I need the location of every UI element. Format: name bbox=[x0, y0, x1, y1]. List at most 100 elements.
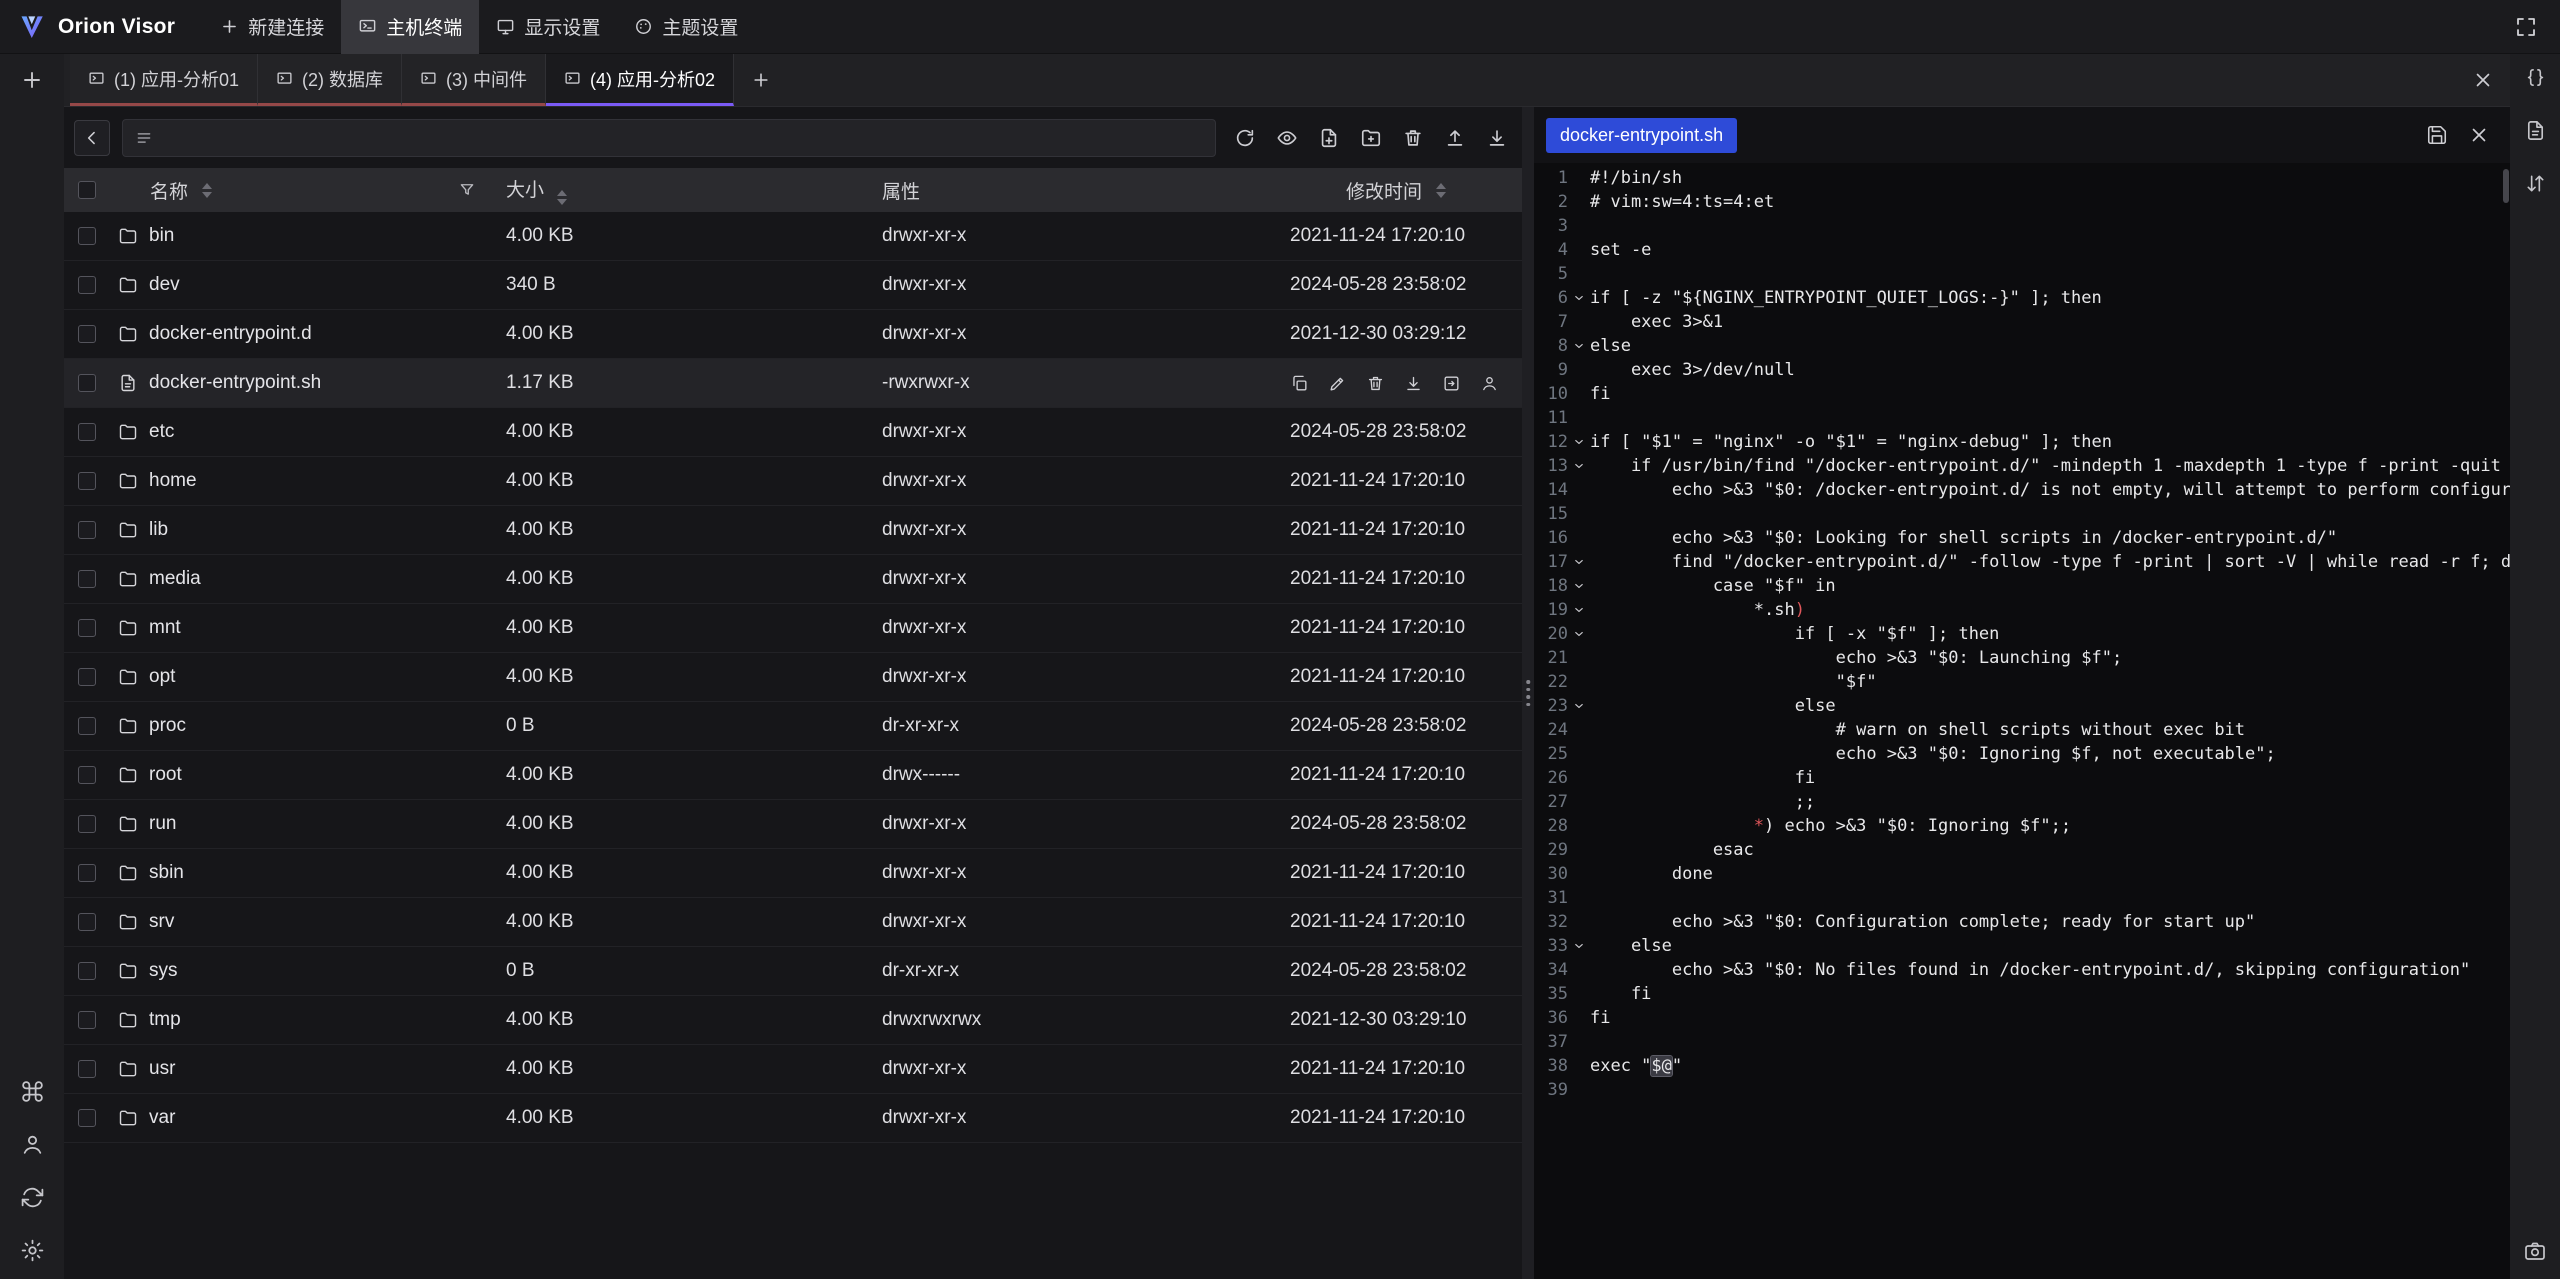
code-editor[interactable]: 1#!/bin/sh2# vim:sw=4:ts=4:et34set -e56i… bbox=[1534, 163, 2510, 1279]
path-input[interactable] bbox=[163, 127, 1203, 148]
file-name[interactable]: root bbox=[149, 764, 182, 786]
row-checkbox[interactable] bbox=[78, 913, 96, 931]
menu-new-connection[interactable]: 新建连接 bbox=[203, 0, 341, 54]
file-name[interactable]: home bbox=[149, 470, 197, 492]
row-checkbox[interactable] bbox=[78, 815, 96, 833]
file-name[interactable]: var bbox=[149, 1107, 175, 1129]
save-icon[interactable] bbox=[2426, 124, 2448, 146]
file-row-sbin[interactable]: sbin4.00 KBdrwxr-xr-x2021-11-24 17:20:10 bbox=[64, 849, 1522, 898]
filter-icon[interactable] bbox=[458, 181, 476, 199]
fold-chevron-icon[interactable] bbox=[1568, 934, 1590, 958]
row-checkbox[interactable] bbox=[78, 717, 96, 735]
fold-chevron-icon[interactable] bbox=[1568, 430, 1590, 454]
file-row-usr[interactable]: usr4.00 KBdrwxr-xr-x2021-11-24 17:20:10 bbox=[64, 1045, 1522, 1094]
file-row-docker-entrypoint.d[interactable]: docker-entrypoint.d4.00 KBdrwxr-xr-x2021… bbox=[64, 310, 1522, 359]
row-checkbox[interactable] bbox=[78, 423, 96, 441]
file-name[interactable]: docker-entrypoint.d bbox=[149, 323, 312, 345]
file-row-tmp[interactable]: tmp4.00 KBdrwxrwxrwx2021-12-30 03:29:10 bbox=[64, 996, 1522, 1045]
row-checkbox[interactable] bbox=[78, 668, 96, 686]
row-checkbox[interactable] bbox=[78, 276, 96, 294]
download-icon[interactable] bbox=[1404, 374, 1423, 393]
file-row-etc[interactable]: etc4.00 KBdrwxr-xr-x2024-05-28 23:58:02 bbox=[64, 408, 1522, 457]
edit-icon[interactable] bbox=[1328, 374, 1347, 393]
sort-name-icon[interactable] bbox=[202, 183, 212, 198]
copy-icon[interactable] bbox=[1290, 374, 1309, 393]
permission-icon[interactable] bbox=[1480, 374, 1499, 393]
file-name[interactable]: sys bbox=[149, 960, 178, 982]
fold-chevron-icon[interactable] bbox=[1568, 334, 1590, 358]
file-row-opt[interactable]: opt4.00 KBdrwxr-xr-x2021-11-24 17:20:10 bbox=[64, 653, 1522, 702]
delete-icon[interactable] bbox=[1402, 127, 1424, 149]
terminal-tab-3[interactable]: (3) 中间件 bbox=[402, 54, 546, 106]
row-checkbox[interactable] bbox=[78, 766, 96, 784]
fold-chevron-icon[interactable] bbox=[1568, 550, 1590, 574]
file-row-sys[interactable]: sys0 Bdr-xr-xr-x2024-05-28 23:58:02 bbox=[64, 947, 1522, 996]
file-name[interactable]: sbin bbox=[149, 862, 184, 884]
file-name[interactable]: docker-entrypoint.sh bbox=[149, 372, 321, 394]
file-name[interactable]: bin bbox=[149, 225, 174, 247]
sort-size-icon[interactable] bbox=[557, 190, 567, 205]
sort-mtime-icon[interactable] bbox=[1436, 183, 1446, 198]
file-row-proc[interactable]: proc0 Bdr-xr-xr-x2024-05-28 23:58:02 bbox=[64, 702, 1522, 751]
fold-chevron-icon[interactable] bbox=[1568, 286, 1590, 310]
back-button[interactable] bbox=[74, 120, 110, 156]
document-icon[interactable] bbox=[2524, 119, 2547, 142]
file-row-dev[interactable]: dev340 Bdrwxr-xr-x2024-05-28 23:58:02 bbox=[64, 261, 1522, 310]
file-name[interactable]: usr bbox=[149, 1058, 175, 1080]
fold-chevron-icon[interactable] bbox=[1568, 598, 1590, 622]
file-name[interactable]: srv bbox=[149, 911, 174, 933]
terminal-tab-4[interactable]: (4) 应用-分析02 bbox=[546, 54, 734, 106]
file-name[interactable]: opt bbox=[149, 666, 175, 688]
file-name[interactable]: run bbox=[149, 813, 176, 835]
row-checkbox[interactable] bbox=[78, 1060, 96, 1078]
new-file-icon[interactable] bbox=[1318, 127, 1340, 149]
file-row-docker-entrypoint.sh[interactable]: docker-entrypoint.sh1.17 KB-rwxrwxr-x bbox=[64, 359, 1522, 408]
fold-chevron-icon[interactable] bbox=[1568, 622, 1590, 646]
close-icon[interactable] bbox=[2472, 69, 2494, 91]
file-row-srv[interactable]: srv4.00 KBdrwxr-xr-x2021-11-24 17:20:10 bbox=[64, 898, 1522, 947]
file-row-home[interactable]: home4.00 KBdrwxr-xr-x2021-11-24 17:20:10 bbox=[64, 457, 1522, 506]
file-name[interactable]: lib bbox=[149, 519, 168, 541]
row-checkbox[interactable] bbox=[78, 619, 96, 637]
snippets-braces-icon[interactable] bbox=[2524, 66, 2547, 89]
file-row-var[interactable]: var4.00 KBdrwxr-xr-x2021-11-24 17:20:10 bbox=[64, 1094, 1522, 1143]
row-checkbox[interactable] bbox=[78, 962, 96, 980]
file-name[interactable]: media bbox=[149, 568, 201, 590]
row-checkbox[interactable] bbox=[78, 325, 96, 343]
transfer-arrows-icon[interactable] bbox=[2524, 172, 2547, 195]
add-tab-button[interactable] bbox=[734, 54, 788, 106]
upload-icon[interactable] bbox=[1444, 127, 1466, 149]
fullscreen-icon[interactable] bbox=[2514, 15, 2538, 39]
terminal-tab-2[interactable]: (2) 数据库 bbox=[258, 54, 402, 106]
fold-chevron-icon[interactable] bbox=[1568, 694, 1590, 718]
scrollbar-thumb[interactable] bbox=[2503, 169, 2509, 203]
file-row-run[interactable]: run4.00 KBdrwxr-xr-x2024-05-28 23:58:02 bbox=[64, 800, 1522, 849]
row-checkbox[interactable] bbox=[78, 374, 96, 392]
close-icon[interactable] bbox=[2468, 124, 2490, 146]
file-name[interactable]: dev bbox=[149, 274, 180, 296]
file-row-lib[interactable]: lib4.00 KBdrwxr-xr-x2021-11-24 17:20:10 bbox=[64, 506, 1522, 555]
command-icon[interactable] bbox=[20, 1079, 45, 1104]
file-row-media[interactable]: media4.00 KBdrwxr-xr-x2021-11-24 17:20:1… bbox=[64, 555, 1522, 604]
menu-display-settings[interactable]: 显示设置 bbox=[479, 0, 617, 54]
select-all-checkbox[interactable] bbox=[78, 181, 96, 199]
row-checkbox[interactable] bbox=[78, 570, 96, 588]
user-icon[interactable] bbox=[20, 1132, 45, 1157]
column-name[interactable]: 名称 bbox=[150, 177, 188, 204]
row-checkbox[interactable] bbox=[78, 1109, 96, 1127]
file-row-mnt[interactable]: mnt4.00 KBdrwxr-xr-x2021-11-24 17:20:10 bbox=[64, 604, 1522, 653]
download-icon[interactable] bbox=[1486, 127, 1508, 149]
open-icon[interactable] bbox=[1442, 374, 1461, 393]
refresh-icon[interactable] bbox=[1234, 127, 1256, 149]
file-name[interactable]: etc bbox=[149, 421, 174, 443]
file-name[interactable]: proc bbox=[149, 715, 186, 737]
file-row-bin[interactable]: bin4.00 KBdrwxr-xr-x2021-11-24 17:20:10 bbox=[64, 212, 1522, 261]
row-checkbox[interactable] bbox=[78, 472, 96, 490]
sync-icon[interactable] bbox=[20, 1185, 45, 1210]
row-checkbox[interactable] bbox=[78, 864, 96, 882]
file-name[interactable]: tmp bbox=[149, 1009, 181, 1031]
menu-host-terminal[interactable]: 主机终端 bbox=[341, 0, 479, 54]
terminal-tab-1[interactable]: (1) 应用-分析01 bbox=[70, 54, 258, 106]
panel-splitter[interactable] bbox=[1522, 107, 1534, 1279]
screenshot-camera-icon[interactable] bbox=[2523, 1239, 2547, 1263]
